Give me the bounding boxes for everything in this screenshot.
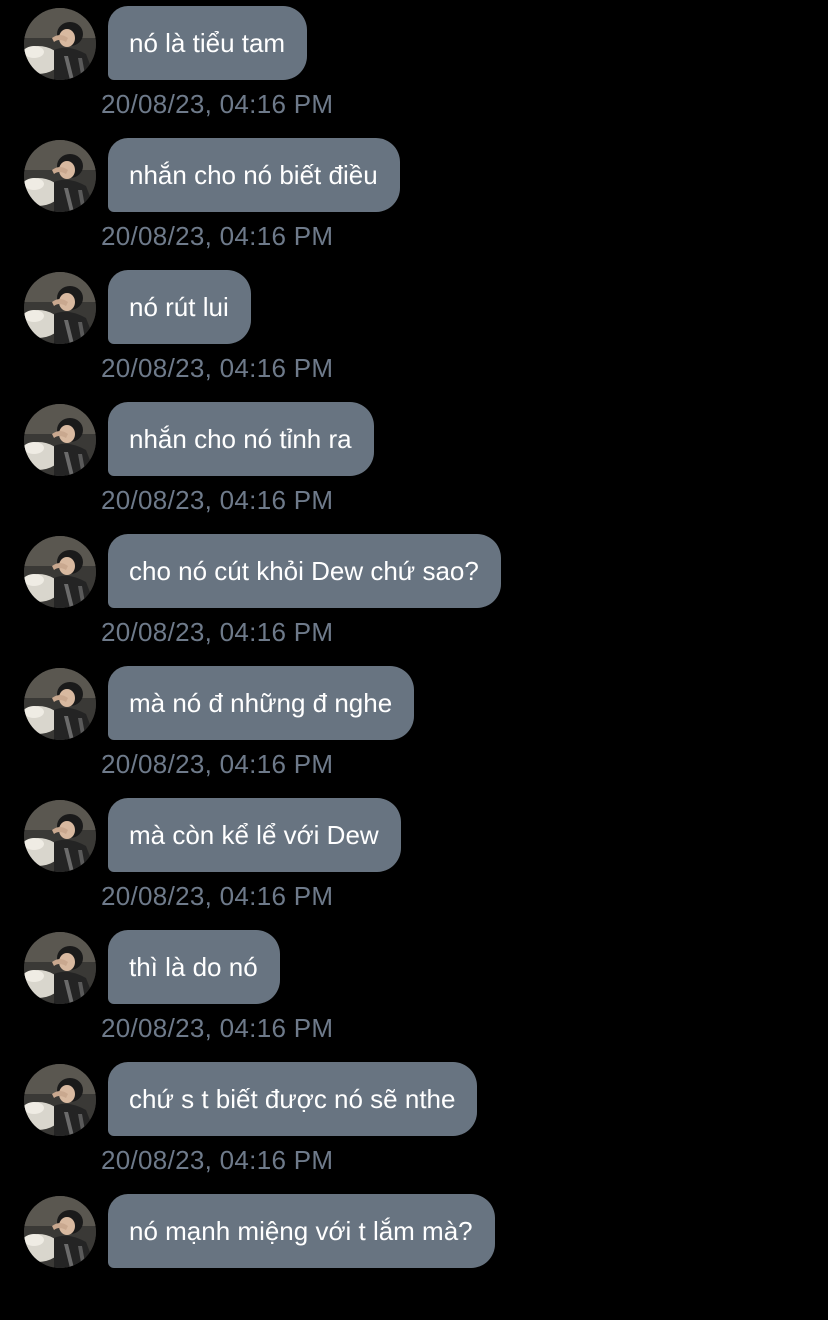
message-row: mà nó đ những đ nghe 20/08/23, 04:16 PM <box>0 660 828 792</box>
avatar-photo <box>24 932 96 1004</box>
avatar-photo <box>24 800 96 872</box>
message-bubble[interactable]: nó là tiểu tam <box>108 6 308 80</box>
avatar[interactable] <box>24 668 96 740</box>
avatar[interactable] <box>24 800 96 872</box>
avatar-photo <box>24 1064 96 1136</box>
message-row: nhắn cho nó tỉnh ra 20/08/23, 04:16 PM <box>0 396 828 528</box>
message-row: chứ s t biết được nó sẽ nthe 20/08/23, 0… <box>0 1056 828 1188</box>
message-bubble[interactable]: thì là do nó <box>108 930 280 1004</box>
avatar[interactable] <box>24 272 96 344</box>
message-bubble[interactable]: nó mạnh miệng với t lắm mà? <box>108 1194 495 1268</box>
avatar[interactable] <box>24 536 96 608</box>
avatar[interactable] <box>24 1064 96 1136</box>
avatar[interactable] <box>24 1196 96 1268</box>
message-bubble[interactable]: chứ s t biết được nó sẽ nthe <box>108 1062 478 1136</box>
avatar[interactable] <box>24 404 96 476</box>
avatar-photo <box>24 536 96 608</box>
message-bubble[interactable]: nhắn cho nó tỉnh ra <box>108 402 374 476</box>
message-row: nó là tiểu tam 20/08/23, 04:16 PM <box>0 0 828 132</box>
message-timestamp: 20/08/23, 04:16 PM <box>101 1013 334 1043</box>
avatar[interactable] <box>24 932 96 1004</box>
avatar[interactable] <box>24 140 96 212</box>
avatar-photo <box>24 404 96 476</box>
message-row: nhắn cho nó biết điều 20/08/23, 04:16 PM <box>0 132 828 264</box>
message-timestamp: 20/08/23, 04:16 PM <box>101 617 334 647</box>
message-timestamp: 20/08/23, 04:16 PM <box>101 485 334 515</box>
message-bubble[interactable]: nhắn cho nó biết điều <box>108 138 400 212</box>
message-timestamp: 20/08/23, 04:16 PM <box>101 881 334 911</box>
avatar-photo <box>24 8 96 80</box>
avatar-photo <box>24 272 96 344</box>
avatar[interactable] <box>24 8 96 80</box>
message-row: thì là do nó 20/08/23, 04:16 PM <box>0 924 828 1056</box>
message-row: cho nó cút khỏi Dew chứ sao? 20/08/23, 0… <box>0 528 828 660</box>
message-timestamp: 20/08/23, 04:16 PM <box>101 89 334 119</box>
avatar-photo <box>24 1196 96 1268</box>
message-timestamp: 20/08/23, 04:16 PM <box>101 353 334 383</box>
avatar-photo <box>24 140 96 212</box>
avatar-photo <box>24 668 96 740</box>
message-row: nó rút lui 20/08/23, 04:16 PM <box>0 264 828 396</box>
message-bubble[interactable]: mà còn kể lể với Dew <box>108 798 401 872</box>
message-row: nó mạnh miệng với t lắm mà? <box>0 1188 828 1320</box>
message-bubble[interactable]: cho nó cút khỏi Dew chứ sao? <box>108 534 501 608</box>
message-timestamp: 20/08/23, 04:16 PM <box>101 1145 334 1175</box>
message-bubble[interactable]: nó rút lui <box>108 270 251 344</box>
message-row: mà còn kể lể với Dew 20/08/23, 04:16 PM <box>0 792 828 924</box>
message-timestamp: 20/08/23, 04:16 PM <box>101 221 334 251</box>
message-thread: nó là tiểu tam 20/08/23, 04:16 PM nhắn c… <box>0 0 828 1282</box>
message-timestamp: 20/08/23, 04:16 PM <box>101 749 334 779</box>
message-bubble[interactable]: mà nó đ những đ nghe <box>108 666 415 740</box>
